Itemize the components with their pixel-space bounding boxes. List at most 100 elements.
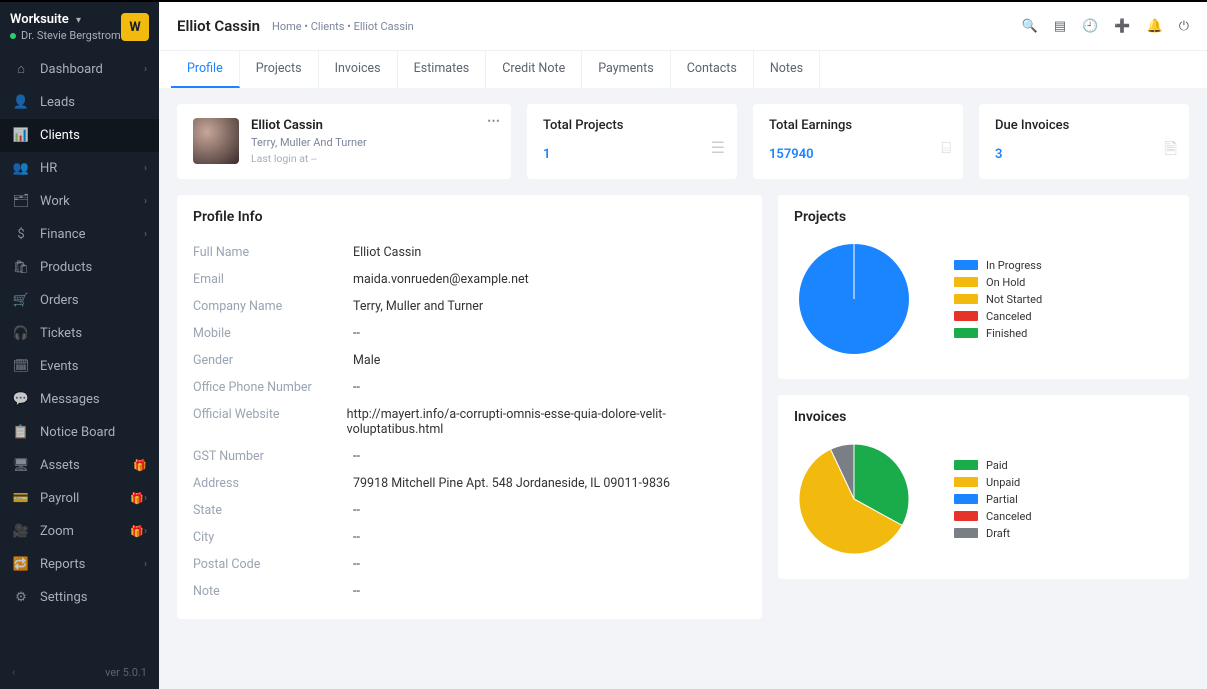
- tab-contacts[interactable]: Contacts: [671, 51, 754, 88]
- collapse-sidebar-button[interactable]: ‹: [12, 666, 15, 679]
- sidebar-header: Worksuite ▾ Dr. Stevie Bergstrom W: [0, 2, 159, 52]
- sidebar-item-label: Settings: [40, 590, 147, 605]
- sidebar-item-label: Assets: [40, 458, 127, 473]
- briefcase-icon: 🗂: [12, 194, 30, 209]
- sidebar-item-clients[interactable]: 📊Clients: [0, 119, 159, 152]
- profile-value: --: [353, 530, 360, 545]
- sidebar-item-leads[interactable]: 👤Leads: [0, 86, 159, 119]
- add-icon[interactable]: ➕: [1114, 19, 1130, 34]
- sidebar-item-label: Events: [40, 359, 147, 374]
- sidebar-item-label: Finance: [40, 227, 144, 242]
- profile-value: Terry, Muller and Turner: [353, 299, 483, 314]
- current-user[interactable]: Dr. Stevie Bergstrom: [10, 29, 121, 42]
- page-title: Elliot Cassin: [177, 17, 260, 35]
- profile-value: 79918 Mitchell Pine Apt. 548 Jordaneside…: [353, 476, 670, 491]
- projects-chart-card: Projects In ProgressOn HoldNot StartedCa…: [778, 195, 1189, 379]
- app-version: ver 5.0.1: [105, 666, 147, 679]
- breadcrumb-link[interactable]: Clients: [311, 20, 345, 33]
- client-card-menu[interactable]: ⋯: [487, 114, 501, 129]
- tab-estimates[interactable]: Estimates: [398, 51, 487, 88]
- tab-invoices[interactable]: Invoices: [319, 51, 398, 88]
- sidebar-item-tickets[interactable]: 🎧Tickets: [0, 317, 159, 350]
- app-logo[interactable]: W: [121, 13, 149, 41]
- sidebar-item-label: HR: [40, 161, 144, 176]
- chevron-right-icon: ›: [144, 64, 147, 75]
- current-user-name: Dr. Stevie Bergstrom: [21, 29, 121, 42]
- stat-total-earnings[interactable]: Total Earnings 157940 ⌸: [753, 104, 963, 179]
- sidebar-item-notice-board[interactable]: 📋Notice Board: [0, 416, 159, 449]
- profile-value: Elliot Cassin: [353, 245, 421, 260]
- sidebar-item-label: Notice Board: [40, 425, 147, 440]
- chevron-down-icon: ▾: [76, 15, 81, 26]
- profile-label: Postal Code: [193, 557, 353, 572]
- sidebar: Worksuite ▾ Dr. Stevie Bergstrom W ⌂Dash…: [0, 2, 159, 689]
- sidebar-item-payroll[interactable]: 💳Payroll🎁›: [0, 482, 159, 515]
- breadcrumb-link[interactable]: Home: [272, 20, 302, 33]
- tab-projects[interactable]: Projects: [240, 51, 319, 88]
- cart-icon: 🛒: [12, 293, 30, 308]
- legend-item: In Progress: [954, 259, 1042, 272]
- lower-row: Profile Info Full NameElliot CassinEmail…: [177, 195, 1189, 619]
- avatar: [193, 118, 239, 164]
- profile-row: Postal Code--: [193, 551, 746, 578]
- clock-icon[interactable]: 🕘: [1082, 19, 1098, 34]
- sidebar-item-events[interactable]: 🗓Events: [0, 350, 159, 383]
- sidebar-item-orders[interactable]: 🛒 Orders: [0, 284, 159, 317]
- sidebar-item-assets[interactable]: 🖥Assets🎁: [0, 449, 159, 482]
- profile-row: Address79918 Mitchell Pine Apt. 548 Jord…: [193, 470, 746, 497]
- legend-label: In Progress: [986, 259, 1042, 272]
- profile-label: Email: [193, 272, 353, 287]
- app-switcher[interactable]: Worksuite ▾: [10, 12, 121, 27]
- stat-title: Total Earnings: [769, 118, 947, 133]
- sidebar-item-label: Orders: [40, 293, 147, 308]
- sidebar-item-label: Tickets: [40, 326, 147, 341]
- legend-item: Draft: [954, 527, 1032, 540]
- profile-value: --: [353, 449, 360, 464]
- sidebar-item-hr[interactable]: 👥HR›: [0, 152, 159, 185]
- sidebar-item-work[interactable]: 🗂Work›: [0, 185, 159, 218]
- legend-label: Canceled: [986, 310, 1032, 323]
- sidebar-item-products[interactable]: 🛍Products: [0, 251, 159, 284]
- sidebar-item-messages[interactable]: 💬Messages: [0, 383, 159, 416]
- legend-item: Paid: [954, 459, 1032, 472]
- sidebar-item-reports[interactable]: 🔁Reports›: [0, 548, 159, 581]
- search-icon[interactable]: 🔍: [1022, 19, 1038, 34]
- profile-row: Emailmaida.vonrueden@example.net: [193, 266, 746, 293]
- sidebar-item-finance[interactable]: $Finance›: [0, 218, 159, 251]
- sidebar-item-label: Products: [40, 260, 147, 275]
- tab-credit-note[interactable]: Credit Note: [486, 51, 582, 88]
- user-icon: 👤: [12, 95, 30, 110]
- profile-value: --: [353, 380, 360, 395]
- profile-label: City: [193, 530, 353, 545]
- client-name: Elliot Cassin: [251, 118, 367, 133]
- power-icon[interactable]: ⏻: [1179, 19, 1189, 34]
- stat-value: 3: [995, 147, 1173, 162]
- profile-row: Note--: [193, 578, 746, 605]
- profile-info-title: Profile Info: [193, 209, 746, 225]
- tab-profile[interactable]: Profile: [171, 51, 240, 88]
- sidebar-item-settings[interactable]: ⚙Settings: [0, 581, 159, 614]
- legend-label: Not Started: [986, 293, 1042, 306]
- file-icon: 🗎: [1164, 138, 1177, 165]
- sidebar-item-zoom[interactable]: 🎥Zoom🎁›: [0, 515, 159, 548]
- profile-label: Gender: [193, 353, 353, 368]
- legend-item: On Hold: [954, 276, 1042, 289]
- notes-icon[interactable]: ▤: [1054, 19, 1066, 34]
- invoices-legend: PaidUnpaidPartialCanceledDraft: [954, 459, 1032, 540]
- profile-row: GenderMale: [193, 347, 746, 374]
- tab-payments[interactable]: Payments: [582, 51, 670, 88]
- stat-total-projects[interactable]: Total Projects 1 ☰: [527, 104, 737, 179]
- profile-label: Note: [193, 584, 353, 599]
- sidebar-item-dashboard[interactable]: ⌂Dashboard›: [0, 52, 159, 86]
- stat-due-invoices[interactable]: Due Invoices 3 🗎: [979, 104, 1189, 179]
- chevron-right-icon: ›: [144, 229, 147, 240]
- legend-item: Canceled: [954, 310, 1042, 323]
- tab-bar: ProfileProjectsInvoicesEstimatesCredit N…: [159, 50, 1207, 88]
- tab-notes[interactable]: Notes: [754, 51, 820, 88]
- bell-icon[interactable]: 🔔: [1147, 19, 1163, 34]
- client-card: Elliot Cassin Terry, Muller And Turner L…: [177, 104, 511, 179]
- profile-value: http://mayert.info/a-corrupti-omnis-esse…: [347, 407, 746, 437]
- app-name: Worksuite: [10, 12, 69, 27]
- sidebar-item-label: Payroll: [40, 491, 124, 506]
- legend-label: Canceled: [986, 510, 1032, 523]
